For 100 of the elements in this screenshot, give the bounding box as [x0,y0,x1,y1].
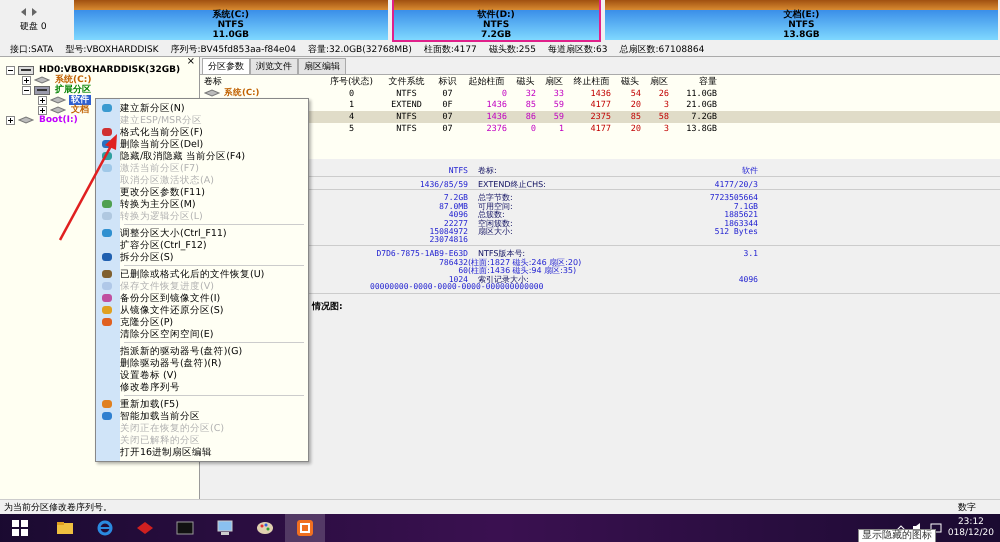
table-cell-text: 33 [552,88,565,98]
table-cell-text: 0 [500,88,508,98]
table-cell-text: 21.0GB [685,100,718,110]
app-icon[interactable] [296,519,314,537]
column-header: 序号(状态) [328,76,374,88]
menu-item[interactable]: 拆分分区(S) [96,251,308,263]
partition-block[interactable]: 软件(D:) NTFS 7.2GB [392,0,601,42]
diamond-icon[interactable] [136,521,154,535]
detail-value: 4096 [448,210,468,219]
menu-item[interactable]: 建立新分区(N) [96,102,308,114]
chevron-up-icon[interactable] [896,525,906,531]
detail-note: (柱面:1827 磁头:246 扇区:20) [468,257,582,266]
detail-value: D7D6-7875-1AB9-E63D [376,249,468,258]
windows-icon[interactable] [12,520,28,536]
collapse-icon[interactable] [6,66,15,74]
menu-item[interactable]: 清除分区空闲空间(E) [96,328,308,340]
detail-value: 15084972 [429,227,468,236]
partition-name: 软件(D:) [477,10,515,20]
drive-icon [50,96,66,104]
detail-label: EXTEND终止CHS: [478,178,547,190]
menu-item[interactable]: 已删除或格式化后的文件恢复(U) [96,268,308,280]
menu-item[interactable]: 修改卷序列号 [96,381,308,393]
menu-item[interactable]: 转换为主分区(M) [96,198,308,210]
detail-label: 空闲簇数: [478,218,514,228]
table-cell-text: 07 [441,124,454,134]
table-cell-text: 11.0GB [685,88,718,98]
tree-item[interactable]: 系统(C:) [53,75,94,85]
menu-item[interactable]: 打开16进制扇区编辑 [96,446,308,458]
drive-icon [34,76,50,84]
menu-item[interactable]: 重新加载(F5) [96,398,308,410]
detail-value: 512 Bytes [714,227,758,236]
expand-icon[interactable] [38,106,47,114]
table-cell-text: 58 [658,112,670,122]
menu-item[interactable]: 备份分区到镜像文件(I) [96,292,308,304]
table-cell-text: 0F [441,100,454,110]
menu-item[interactable]: 格式化当前分区(F) [96,126,308,138]
detail-value: 23074816 [429,234,468,244]
table-row[interactable]: 系统(C:) 0 NTFS 07 0 32 33 1436 54 26 11.0GB [200,87,1000,99]
tab[interactable]: 扇区编辑 [298,58,346,74]
menu-item[interactable]: 扩容分区(Ctrl_F12) [96,239,308,251]
detail-value: 7.1GB [734,202,758,210]
menu-item[interactable]: 设置卷标 (V) [96,369,308,381]
close-button[interactable]: × [186,56,195,67]
table-cell-text: NTFS [395,88,418,98]
menu-item[interactable]: 调整分区大小(Ctrl_F11) [96,227,308,239]
menu-item[interactable]: 克隆分区(P) [96,316,308,328]
table-cell-text: 26 [658,88,670,98]
clock-time[interactable]: 23:12 [958,517,984,528]
folder-icon[interactable] [56,521,74,535]
tree-item[interactable]: 扩展分区 [53,85,93,95]
table-cell-text: 1436 [590,88,612,98]
tab[interactable]: 浏览文件 [250,58,298,74]
status-text: 为当前分区修改卷序列号。 [4,502,112,514]
menu-item[interactable]: 更改分区参数(F11) [96,186,308,198]
tree-item[interactable]: 文档 [69,105,91,115]
detail-value: 1024 [448,274,468,284]
table-cell-text: 59 [552,100,565,110]
table-cell-text: 2376 [486,124,508,134]
status-indicator: 数字 [958,502,977,514]
partition-size: 7.2GB [481,30,512,40]
terminal-icon[interactable] [176,521,194,535]
computer-icon[interactable] [216,520,234,536]
column-header: 扇区 [544,76,564,88]
table-cell-text: 86 [524,112,537,122]
table-cell: 系统(C:) [224,87,260,99]
disk-info: 每道扇区数:63 [548,44,608,56]
table-cell-text: 13.8GB [685,124,718,134]
expand-icon[interactable] [22,76,31,84]
palette-icon[interactable] [256,520,274,536]
table-cell-text: 20 [630,124,642,134]
collapse-icon[interactable] [22,86,31,94]
tab[interactable]: 分区参数 [202,58,250,74]
table-cell-text: 59 [552,112,565,122]
menu-item[interactable]: 智能加载当前分区 [96,410,308,422]
partition-size: 11.0GB [212,30,249,40]
disk-info: 型号:VBOXHARDDISK [65,44,159,56]
browser-icon[interactable] [96,519,114,537]
partition-filesystem: NTFS [482,20,510,30]
expand-icon[interactable] [38,96,47,104]
table-cell-text: 4 [348,112,356,122]
partition-filesystem: NTFS [218,20,244,30]
clock-date[interactable]: 018/12/20 [948,528,994,539]
tree-item[interactable]: Boot(I:) [37,115,80,125]
partition-filesystem: NTFS [788,20,814,30]
partition-size: 13.8GB [783,30,820,40]
menu-item[interactable]: 指派新的驱动器号(盘符)(G) [96,345,308,357]
detail-value: 7.2GB [444,193,468,202]
tree-item[interactable]: HD0:VBOXHARDDISK(32GB) [37,65,182,75]
menu-item[interactable]: 隐藏/取消隐藏 当前分区(F4) [96,150,308,162]
menu-item[interactable]: 删除驱动器号(盘符)(R) [96,357,308,369]
menu-item[interactable]: 从镜像文件还原分区(S) [96,304,308,316]
detail-label: 卷标: [478,165,498,176]
detail-value: 3.1 [744,249,758,258]
tree-item[interactable]: 软件 [69,95,91,105]
expand-icon[interactable] [6,116,15,124]
navigation-arrows-icon[interactable] [20,8,38,16]
disk-info: 序列号:BV45fd853aa-f84e04 [170,44,296,56]
drive-icon [50,106,66,114]
disk-info: 容量:32.0GB(32768MB) [308,44,412,56]
detail-label: 总簇数: [478,210,506,219]
